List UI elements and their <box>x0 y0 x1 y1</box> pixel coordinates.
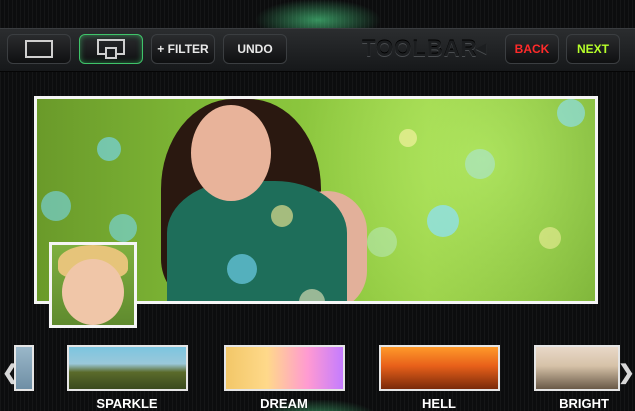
back-button[interactable]: BACK <box>505 34 559 64</box>
bokeh-light <box>97 137 121 161</box>
filter-label-dream: DREAM <box>260 396 308 411</box>
filter-strip: ❮ SPARKLE DREAM HELL BRIGHT ❯ <box>0 338 635 411</box>
chevron-right-icon[interactable]: ❯ <box>618 360 635 385</box>
bokeh-light <box>41 191 71 221</box>
bokeh-light <box>271 205 293 227</box>
bokeh-light <box>427 205 459 237</box>
picture-in-picture-icon <box>97 39 125 59</box>
bokeh-light <box>109 214 137 242</box>
filter-thumb-bright[interactable] <box>534 345 620 391</box>
bokeh-light <box>465 149 495 179</box>
bokeh-light <box>557 99 585 127</box>
filter-thumb-hell[interactable] <box>379 345 500 391</box>
filter-thumb-sparkle[interactable] <box>67 345 188 391</box>
filter-label-hell: HELL <box>422 396 456 411</box>
bokeh-light <box>399 129 417 147</box>
frame-icon <box>25 40 53 58</box>
filter-label-bright: BRIGHT <box>559 396 609 411</box>
picture-in-picture-mode-button[interactable] <box>79 34 143 64</box>
toolbar-title: TOOLBAR <box>362 36 478 61</box>
filter-thumb-dream[interactable] <box>224 345 345 391</box>
toolbar-arrow-icon: ◄ <box>472 38 490 58</box>
bokeh-light <box>227 254 257 284</box>
filter-label-sparkle: SPARKLE <box>96 396 158 411</box>
next-button[interactable]: NEXT <box>566 34 620 64</box>
add-filter-button[interactable]: + FILTER <box>151 34 215 64</box>
undo-button[interactable]: UNDO <box>223 34 287 64</box>
single-frame-mode-button[interactable] <box>7 34 71 64</box>
filter-thumb-partial[interactable] <box>14 345 34 391</box>
toolbar: + FILTER UNDO TOOLBAR ◄ BACK NEXT <box>0 28 635 72</box>
bokeh-light <box>367 227 397 257</box>
inset-photo[interactable] <box>49 242 137 328</box>
bokeh-light <box>539 227 561 249</box>
